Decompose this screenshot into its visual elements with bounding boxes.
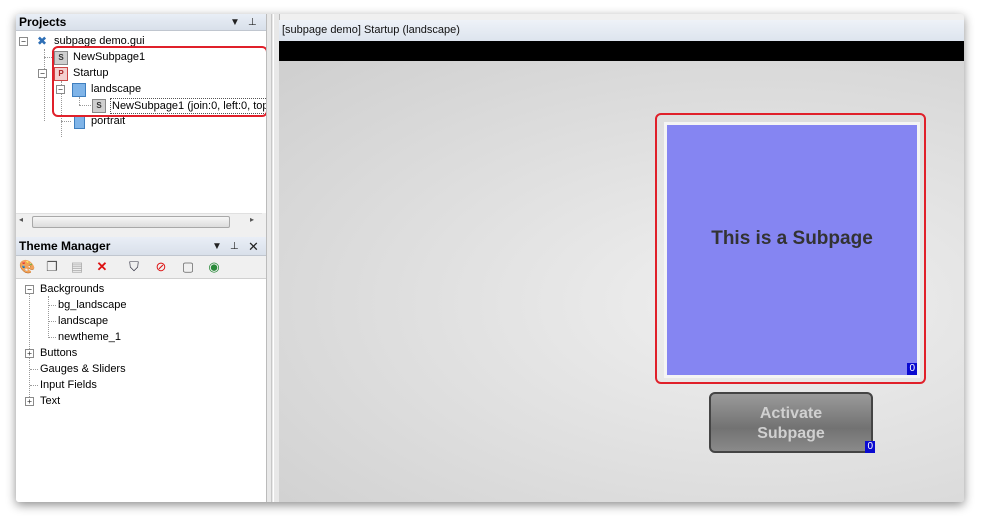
project-icon: ✖ [36, 34, 48, 48]
projects-tree: − ✖ subpage demo.gui S NewSubpage1 − P S… [16, 31, 274, 229]
scroll-left-icon[interactable]: ◂ [19, 215, 23, 224]
app-window: Projects ▼ ⊥ − ✖ subpage demo.gui S NewS… [16, 14, 964, 502]
highlight-box [52, 46, 268, 117]
pin-icon[interactable]: ⊥ [230, 237, 239, 256]
theme-item-gauges[interactable]: Gauges & Sliders [40, 362, 126, 376]
button-label-line1: Activate [759, 405, 823, 422]
button-index-badge: 0 [865, 441, 875, 453]
expand-icon[interactable]: + [25, 397, 34, 406]
pin-icon[interactable]: ⊥ [248, 14, 257, 31]
theme-item-buttons[interactable]: Buttons [40, 346, 77, 360]
paint-icon[interactable]: 🎨 [19, 259, 35, 275]
block-icon[interactable]: ⊘ [153, 259, 169, 275]
collapse-icon[interactable]: − [38, 69, 47, 78]
preview-icon[interactable]: ▢ [180, 259, 196, 275]
theme-item-text[interactable]: Text [40, 394, 60, 408]
canvas-top-bar [279, 41, 964, 61]
collapse-icon[interactable]: − [19, 37, 28, 46]
paste-icon[interactable]: ▤ [69, 259, 85, 275]
splitter[interactable] [266, 14, 280, 502]
close-icon[interactable]: ✕ [248, 237, 259, 256]
subpage-preview[interactable]: This is a Subpage 0 [667, 125, 917, 375]
left-pane: Projects ▼ ⊥ − ✖ subpage demo.gui S NewS… [16, 14, 274, 502]
dropdown-icon[interactable]: ▼ [230, 14, 240, 31]
scroll-right-icon[interactable]: ▸ [250, 215, 254, 224]
projects-title: Projects [19, 15, 67, 29]
scroll-thumb[interactable] [32, 216, 230, 228]
theme-item-input-fields[interactable]: Input Fields [40, 378, 97, 392]
subpage-index-badge: 0 [907, 363, 917, 375]
globe-icon[interactable]: ◉ [206, 259, 222, 275]
portrait-icon [74, 115, 85, 129]
copy-icon[interactable]: ❐ [44, 259, 60, 275]
theme-item-bg-landscape[interactable]: bg_landscape [58, 298, 127, 312]
theme-toolbar: 🎨 ❐ ▤ ✕ ⛉ ⊘ ▢ ◉ [16, 256, 266, 279]
theme-manager-header: Theme Manager ▼ ⊥ ✕ [16, 237, 266, 256]
activate-subpage-button[interactable]: Activate Subpage 0 [709, 392, 875, 453]
subpage-text: This is a Subpage [711, 228, 873, 249]
theme-manager-title: Theme Manager [19, 239, 111, 253]
canvas-title: [subpage demo] Startup (landscape) [279, 20, 964, 41]
theme-tree: − Backgrounds bg_landscape landscape new… [16, 279, 266, 502]
projects-header: Projects ▼ ⊥ [16, 14, 266, 31]
theme-item-backgrounds[interactable]: Backgrounds [40, 282, 104, 296]
button-label-line2: Subpage [757, 425, 825, 442]
horizontal-scrollbar[interactable]: ◂ ▸ [16, 213, 262, 229]
theme-item-landscape[interactable]: landscape [58, 314, 108, 328]
theme-item-newtheme[interactable]: newtheme_1 [58, 330, 121, 344]
filter-icon[interactable]: ⛉ [126, 259, 142, 275]
delete-icon[interactable]: ✕ [94, 259, 110, 275]
dropdown-icon[interactable]: ▼ [212, 237, 222, 256]
expand-icon[interactable]: + [25, 349, 34, 358]
